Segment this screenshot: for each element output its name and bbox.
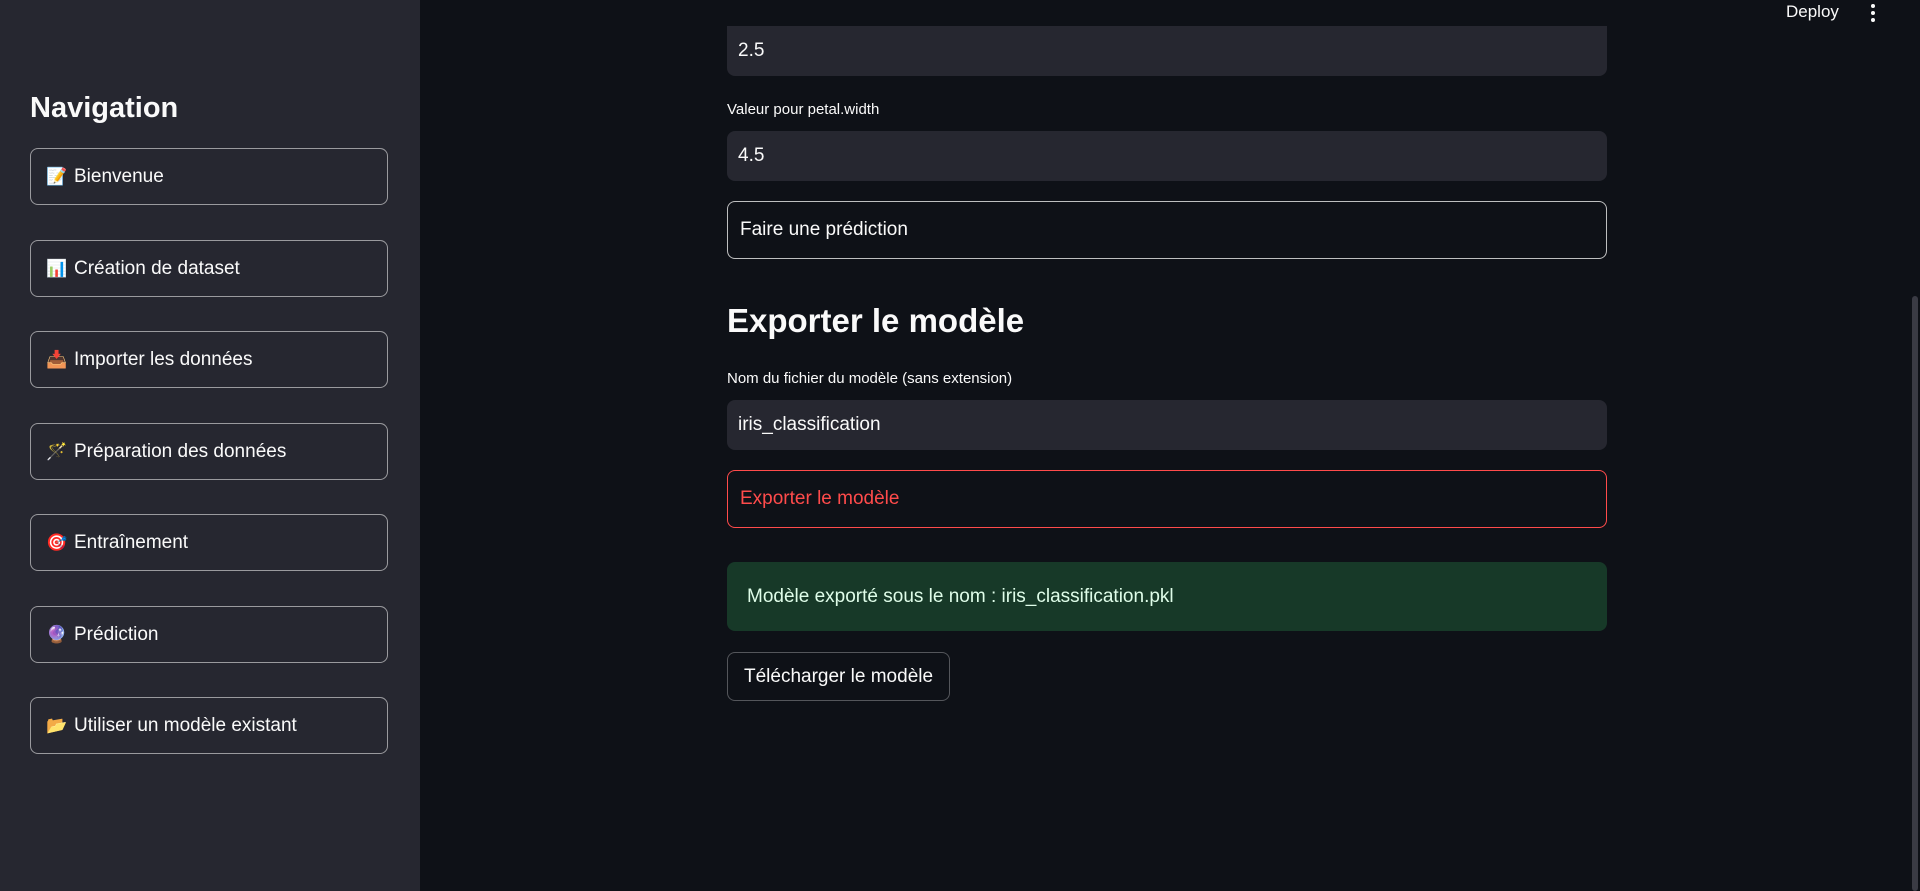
filename-label: Nom du fichier du modèle (sans extension… [727,370,1013,387]
sidebar-item-label: Création de dataset [74,257,240,279]
sidebar-item-label: Utiliser un modèle existant [74,714,297,736]
filename-input[interactable]: iris_classification [727,400,1607,450]
sidebar-item-label: Bienvenue [74,165,164,187]
memo-icon: 📝 [46,166,68,186]
open-folder-icon: 📂 [46,715,68,735]
petal-width-input[interactable]: 4.5 [727,131,1607,181]
scrollbar[interactable] [1912,296,1918,891]
sidebar-item-preparation-donnees[interactable]: 🪄 Préparation des données [30,423,388,480]
sidebar-item-creation-dataset[interactable]: 📊 Création de dataset [30,240,388,297]
petal-width-label: Valeur pour petal.width [727,101,880,118]
crystal-ball-icon: 🔮 [46,624,68,644]
predict-button[interactable]: Faire une prédiction [727,201,1607,259]
sidebar: Navigation 📝 Bienvenue 📊 Création de dat… [0,0,420,891]
sidebar-title: Navigation [30,92,179,124]
sidebar-item-entrainement[interactable]: 🎯 Entraînement [30,514,388,571]
download-model-button[interactable]: Télécharger le modèle [727,652,951,701]
sidebar-item-importer-donnees[interactable]: 📥 Importer les données [30,331,388,388]
sidebar-item-prediction[interactable]: 🔮 Prédiction [30,606,388,663]
export-model-button[interactable]: Exporter le modèle [727,470,1607,528]
magic-wand-icon: 🪄 [46,441,68,461]
kebab-menu-icon[interactable] [1863,2,1883,24]
export-heading: Exporter le modèle [727,302,1025,339]
sidebar-item-label: Préparation des données [74,440,287,462]
deploy-button[interactable]: Deploy [1786,2,1839,22]
target-icon: 🎯 [46,532,68,552]
previous-feature-input[interactable]: 2.5 [727,26,1607,76]
bar-chart-icon: 📊 [46,258,68,278]
success-alert: Modèle exporté sous le nom : iris_classi… [727,562,1607,631]
sidebar-item-label: Prédiction [74,623,159,645]
sidebar-item-bienvenue[interactable]: 📝 Bienvenue [30,148,388,205]
sidebar-item-label: Importer les données [74,348,253,370]
sidebar-item-label: Entraînement [74,531,189,553]
inbox-tray-icon: 📥 [46,349,68,369]
sidebar-item-utiliser-modele[interactable]: 📂 Utiliser un modèle existant [30,697,388,754]
